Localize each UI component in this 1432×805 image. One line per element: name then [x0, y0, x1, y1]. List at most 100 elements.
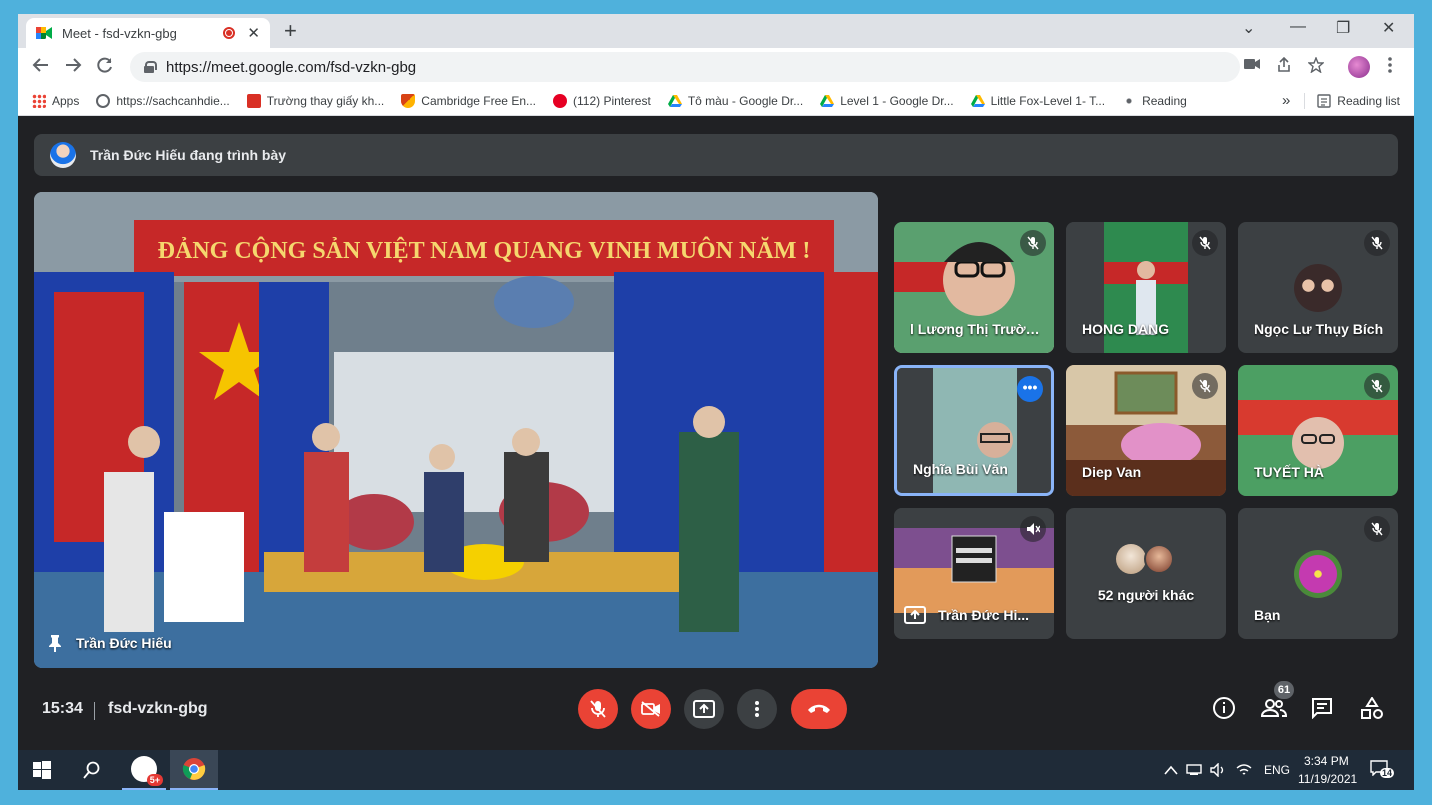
- restore-button[interactable]: ❐: [1336, 18, 1350, 38]
- present-screen-icon: [693, 700, 715, 718]
- participant-tile[interactable]: Diep Van: [1066, 365, 1226, 496]
- taskbar-date[interactable]: 11/19/2021: [1298, 772, 1357, 786]
- more-options-button[interactable]: [737, 689, 777, 729]
- presenting-banner: Trần Đức Hiếu đang trình bày: [34, 134, 1398, 176]
- mic-off-icon: [1020, 230, 1046, 256]
- bookmark-to-mau[interactable]: Tô màu - Google Dr...: [667, 93, 804, 108]
- self-tile[interactable]: Bạn: [1238, 508, 1398, 639]
- tab-search-button[interactable]: ⌄: [1242, 18, 1255, 38]
- chat-button[interactable]: [1311, 697, 1333, 724]
- chat-icon: [1312, 698, 1332, 720]
- participant-avatar: [1294, 264, 1342, 312]
- taskbar-time[interactable]: 3:34 PM: [1304, 754, 1349, 768]
- notification-badge: 5+: [146, 774, 163, 786]
- start-button[interactable]: [24, 750, 60, 790]
- language-indicator[interactable]: ENG: [1264, 763, 1290, 777]
- tab-strip: Meet - fsd-vzkn-gbg ✕ + ⌄ — ❐ ✕: [18, 14, 1414, 48]
- forward-button[interactable]: [64, 56, 82, 79]
- more-bookmarks-button[interactable]: »: [1282, 92, 1290, 109]
- others-tile[interactable]: 52 người khác: [1066, 508, 1226, 639]
- self-avatar: [1294, 550, 1342, 598]
- others-count: 52 người khác: [1097, 587, 1195, 603]
- lock-icon: [144, 61, 157, 73]
- participant-tile[interactable]: Ngọc Lư Thụy Bích: [1238, 222, 1398, 353]
- more-options-button[interactable]: •••: [1017, 376, 1043, 402]
- participant-name: HONG DANG: [1082, 321, 1170, 337]
- presenting-text: Trần Đức Hiếu đang trình bày: [90, 147, 287, 163]
- participant-tile[interactable]: HONG DANG: [1066, 222, 1226, 353]
- profile-avatar[interactable]: [1348, 56, 1370, 78]
- share-icon[interactable]: [1276, 56, 1292, 77]
- present-now-button[interactable]: [684, 689, 724, 729]
- activities-button[interactable]: [1361, 696, 1383, 724]
- bookmark-label: Level 1 - Google Dr...: [840, 93, 954, 108]
- bookmark-level-1[interactable]: Level 1 - Google Dr...: [820, 93, 954, 108]
- school-icon: [246, 93, 261, 108]
- wifi-icon[interactable]: [1236, 763, 1252, 777]
- bookmarks-right: » Reading list: [1282, 92, 1400, 109]
- mic-toggle-button[interactable]: [578, 689, 618, 729]
- participant-name: TUYẾT HÀ: [1254, 464, 1324, 480]
- zalo-icon: 5+: [131, 756, 163, 786]
- google-meet-icon: [36, 26, 52, 40]
- tray-chevron-up-icon[interactable]: [1164, 765, 1178, 775]
- minimize-button[interactable]: —: [1290, 18, 1306, 36]
- menu-kebab-icon[interactable]: [1388, 57, 1392, 77]
- bookmark-cambridge[interactable]: Cambridge Free En...: [401, 93, 536, 108]
- close-window-button[interactable]: ✕: [1382, 18, 1395, 38]
- tab-close-button[interactable]: ✕: [247, 24, 260, 42]
- reload-icon: [97, 57, 112, 73]
- participant-tile-presenter[interactable]: Trần Đức Hi...: [894, 508, 1054, 639]
- new-tab-button[interactable]: +: [284, 20, 297, 42]
- main-presentation-video[interactable]: ĐẢNG CỘNG SẢN VIỆT NAM QUANG VINH MUÔN N…: [34, 192, 878, 668]
- bookmark-little-fox[interactable]: Little Fox-Level 1- T...: [970, 94, 1105, 108]
- address-bar[interactable]: https://meet.google.com/fsd-vzkn-gbg: [130, 52, 1240, 82]
- participant-avatar: [1116, 544, 1146, 574]
- mic-off-icon: [590, 700, 606, 718]
- reload-button[interactable]: [96, 56, 114, 79]
- participant-name: Bạn: [1254, 607, 1281, 623]
- apps-grid-icon: [32, 93, 46, 108]
- bookmarks-bar: Apps https://sachcanhdie... Trường thay …: [18, 86, 1414, 116]
- divider: [1304, 92, 1306, 109]
- network-adapter-icon[interactable]: [1186, 764, 1202, 776]
- bookmark-star-icon[interactable]: [1307, 56, 1325, 77]
- bookmark-pinterest[interactable]: (112) Pinterest: [553, 93, 651, 108]
- browser-toolbar: https://meet.google.com/fsd-vzkn-gbg: [18, 48, 1414, 86]
- action-center-button[interactable]: 14: [1370, 760, 1395, 782]
- bookmark-reading[interactable]: Reading: [1122, 93, 1187, 108]
- bookmark-truong-thay-giay[interactable]: Trường thay giấy kh...: [246, 93, 384, 108]
- participant-tile[interactable]: l Lương Thị Trườn...: [894, 222, 1054, 353]
- camera-toggle-button[interactable]: [631, 689, 671, 729]
- speaker-icon[interactable]: [1210, 763, 1226, 777]
- meeting-time: 15:34: [42, 700, 83, 717]
- back-button[interactable]: [32, 56, 50, 79]
- taskbar-chrome-app[interactable]: [170, 750, 218, 790]
- divider: [94, 702, 95, 720]
- people-icon: [1260, 699, 1288, 717]
- presenter-avatar: [50, 142, 76, 168]
- bookmark-label: Apps: [52, 93, 80, 108]
- url-text: https://meet.google.com/fsd-vzkn-gbg: [166, 58, 417, 76]
- meeting-details-button[interactable]: [1213, 697, 1235, 724]
- mic-off-icon: [1364, 516, 1390, 542]
- bookmark-label: Tô màu - Google Dr...: [687, 93, 804, 108]
- activities-shapes-icon: [1361, 696, 1383, 719]
- participant-name: l Lương Thị Trườn...: [910, 321, 1040, 337]
- search-button[interactable]: [74, 750, 110, 790]
- bookmark-apps[interactable]: Apps: [32, 93, 80, 108]
- participant-tile-active[interactable]: ••• Nghĩa Bùi Văn: [894, 365, 1054, 496]
- reading-list-button[interactable]: Reading list: [1337, 94, 1400, 108]
- main-video-name: Trần Đức Hiếu: [76, 635, 172, 651]
- bookmark-sachcanhdieu[interactable]: https://sachcanhdie...: [96, 93, 230, 108]
- participants-button[interactable]: [1260, 697, 1288, 724]
- leave-call-button[interactable]: [791, 689, 847, 729]
- camera-off-icon: [641, 701, 660, 717]
- camera-in-use-icon[interactable]: [1244, 57, 1260, 74]
- participant-tile[interactable]: TUYẾT HÀ: [1238, 365, 1398, 496]
- drive-icon: [667, 94, 682, 107]
- tab-meet[interactable]: Meet - fsd-vzkn-gbg ✕: [26, 18, 270, 48]
- info-icon: [1213, 697, 1235, 719]
- browser-window: Meet - fsd-vzkn-gbg ✕ + ⌄ — ❐ ✕ https://…: [18, 14, 1414, 790]
- taskbar-zalo-app[interactable]: 5+: [122, 750, 166, 790]
